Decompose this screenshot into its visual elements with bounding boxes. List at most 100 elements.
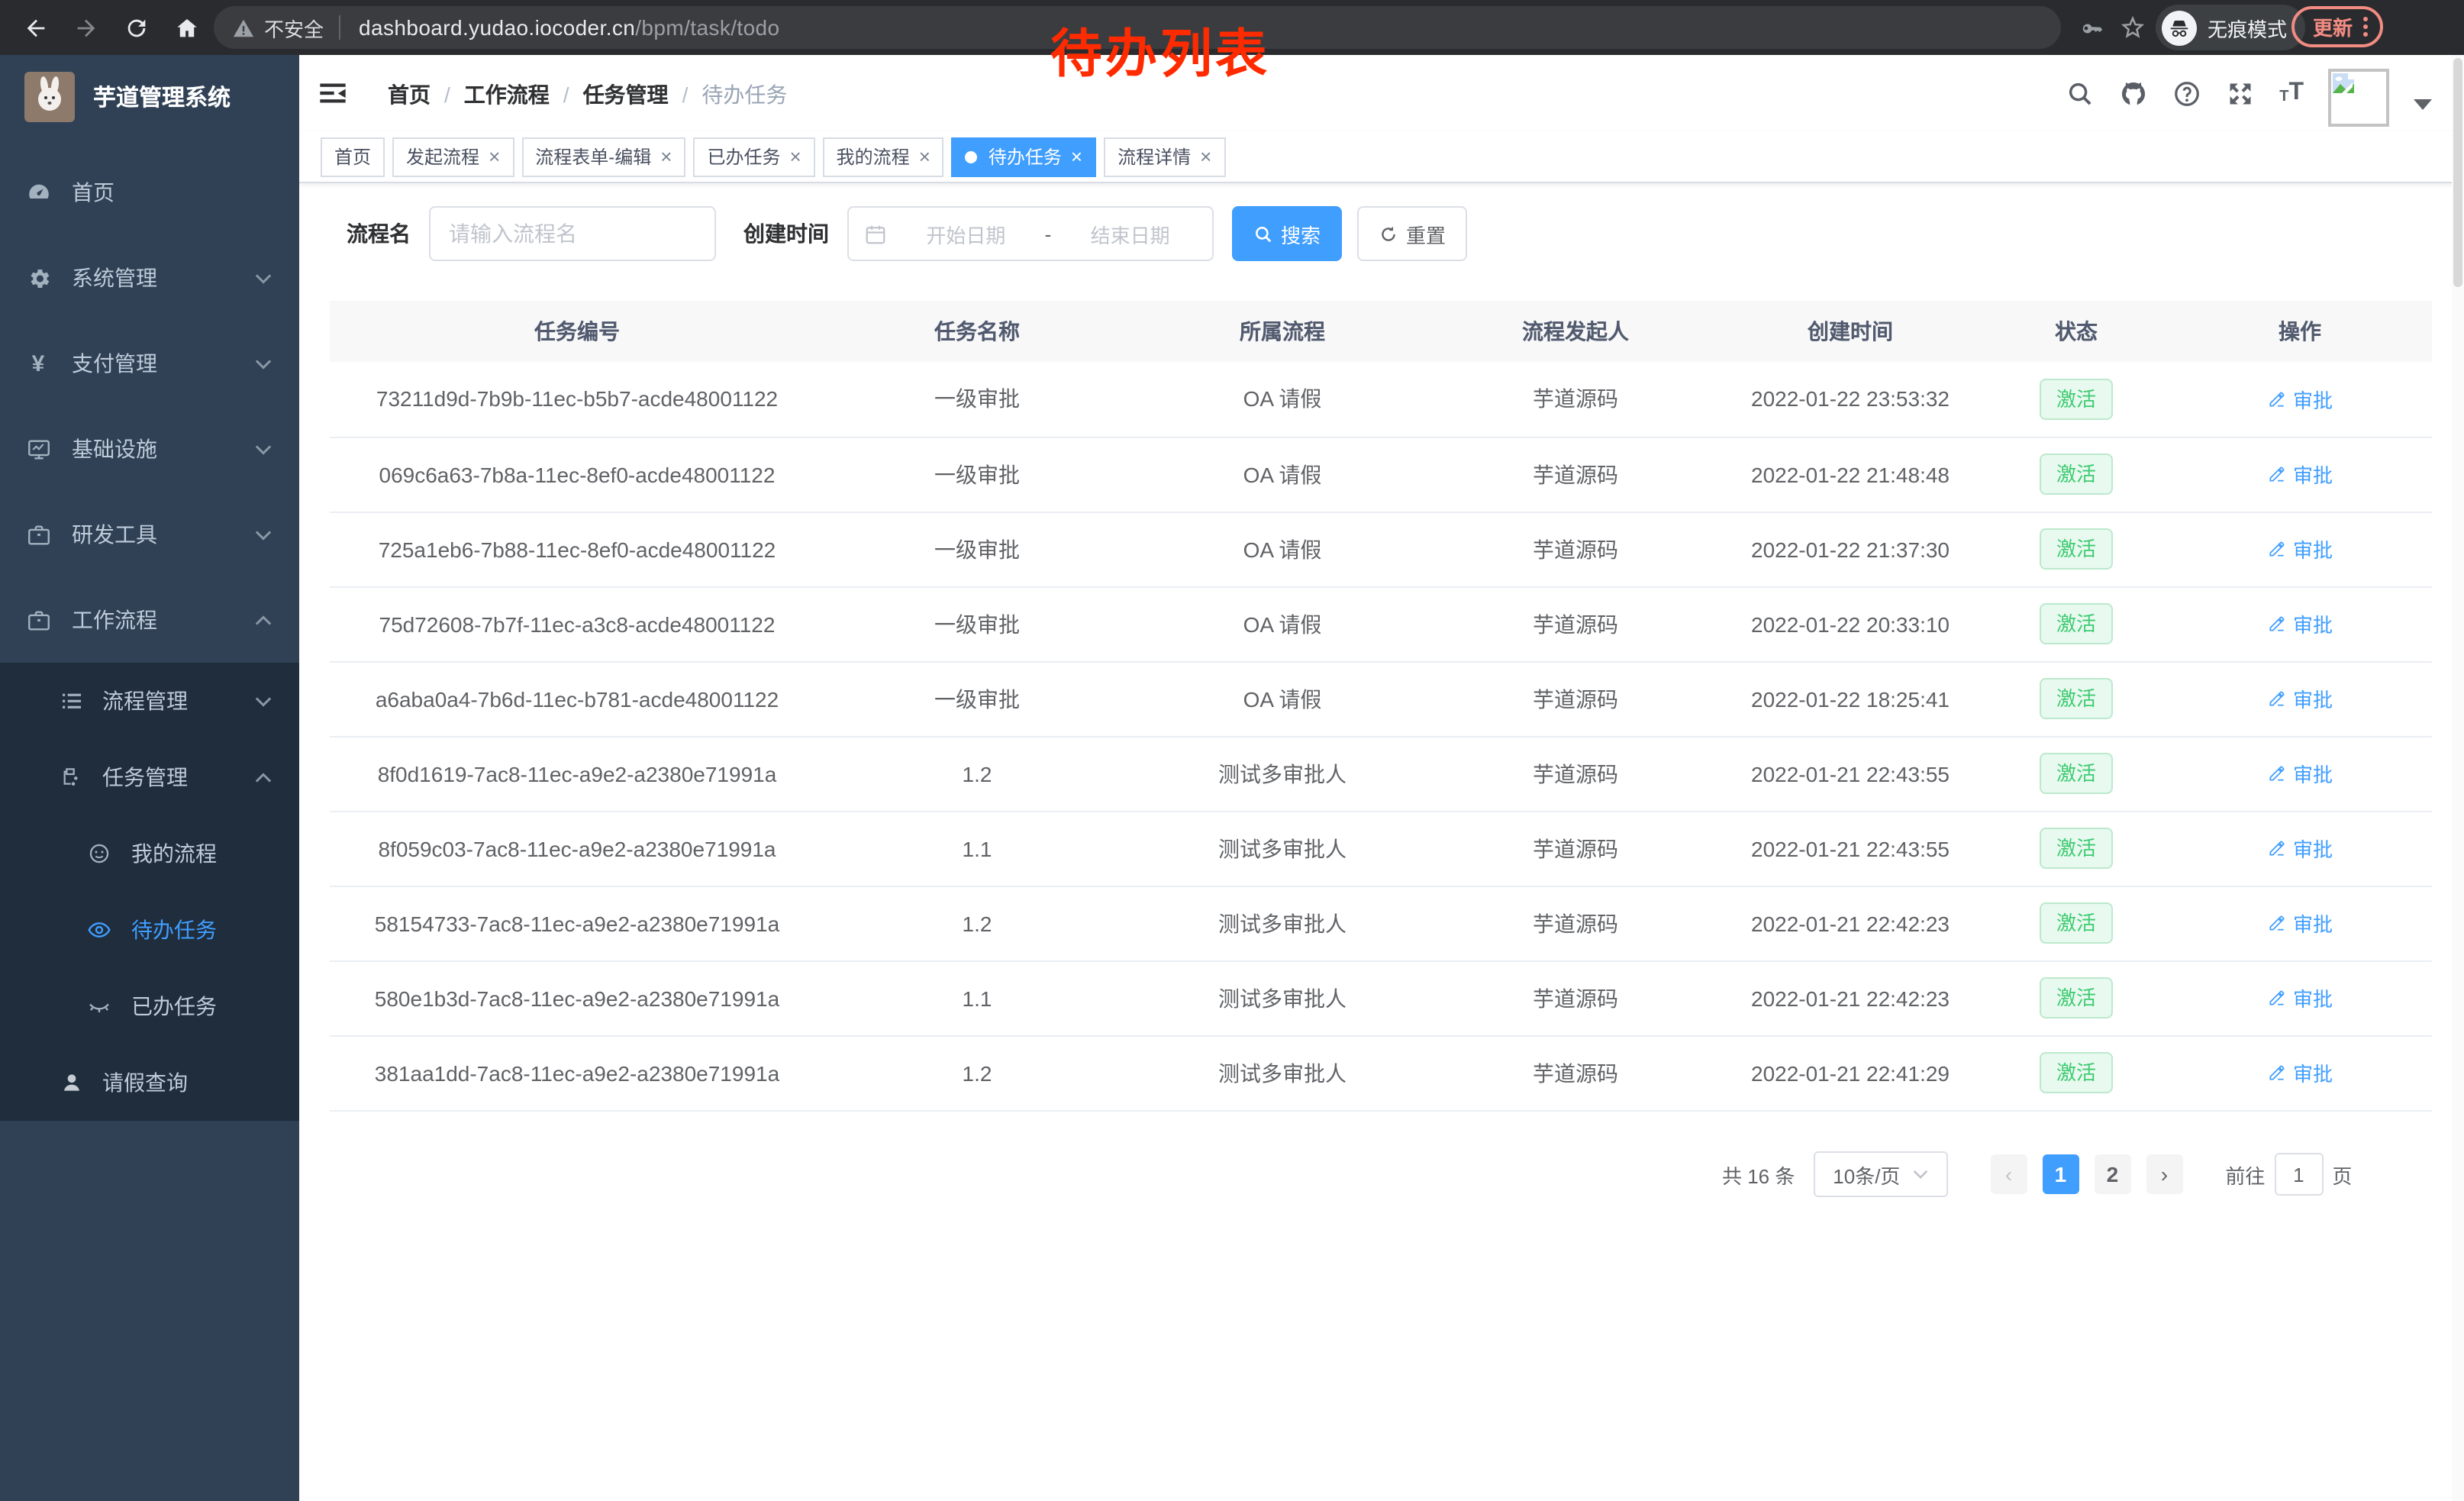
approve-link[interactable]: 审批 <box>2267 834 2333 863</box>
approve-link[interactable]: 审批 <box>2267 759 2333 788</box>
browser-reload-button[interactable] <box>121 12 151 43</box>
process-cell: 测试多审批人 <box>1130 811 1435 886</box>
tag-process-detail[interactable]: 流程详情× <box>1104 137 1225 176</box>
task-name-cell: 1.2 <box>824 1035 1130 1110</box>
browser-menu-icon[interactable] <box>2363 17 2368 37</box>
page-button-2[interactable]: 2 <box>2094 1154 2130 1194</box>
approve-link[interactable]: 审批 <box>2267 385 2333 414</box>
approve-link[interactable]: 审批 <box>2267 909 2333 938</box>
close-icon[interactable]: × <box>1200 147 1211 166</box>
task-name-cell: 一级审批 <box>824 586 1130 661</box>
face-icon <box>85 841 111 867</box>
next-page-button[interactable]: › <box>2146 1154 2182 1194</box>
task-id-cell: a6aba0a4-7b6d-11ec-b781-acde48001122 <box>330 661 824 736</box>
chevron-down-icon <box>255 529 272 540</box>
not-secure-warning-icon <box>232 16 255 39</box>
security-label[interactable]: 不安全 <box>264 13 324 42</box>
status-badge: 激活 <box>2040 528 2113 570</box>
avatar[interactable] <box>2328 69 2389 127</box>
starter-cell: 芋道源码 <box>1435 437 1716 512</box>
task-id-cell: 8f059c03-7ac8-11ec-a9e2-a2380e71991a <box>330 811 824 886</box>
time-cell: 2022-01-21 22:43:55 <box>1716 736 1985 811</box>
close-icon[interactable]: × <box>789 147 801 166</box>
chevron-down-icon <box>255 273 272 283</box>
fullscreen-icon[interactable] <box>2226 79 2255 108</box>
sidebar-item-task-mgmt[interactable]: 任务管理 <box>0 739 299 815</box>
table-header: 任务编号 任务名称 所属流程 流程发起人 创建时间 状态 操作 <box>330 301 2432 362</box>
approve-link[interactable]: 审批 <box>2267 609 2333 638</box>
total-count: 共 16 条 <box>1722 1160 1795 1189</box>
sidebar-item-workflow[interactable]: 工作流程 <box>0 577 299 663</box>
task-id-cell: 069c6a63-7b8a-11ec-8ef0-acde48001122 <box>330 437 824 512</box>
scrollbar-thumb[interactable] <box>2453 58 2462 287</box>
sidebar-item-devtools[interactable]: 研发工具 <box>0 492 299 577</box>
table-row: 8f059c03-7ac8-11ec-a9e2-a2380e71991a 1.1… <box>330 811 2432 886</box>
sidebar-item-home[interactable]: 首页 <box>0 150 299 235</box>
search-button[interactable]: 搜索 <box>1232 206 1342 261</box>
browser-home-button[interactable] <box>171 12 202 43</box>
end-date-placeholder[interactable]: 结束日期 <box>1063 219 1197 248</box>
reset-button[interactable]: 重置 <box>1357 206 1467 261</box>
process-name-input[interactable] <box>429 206 716 261</box>
close-icon[interactable]: × <box>919 147 930 166</box>
workflow-submenu: 流程管理 任务管理 我的流程 待办任务 已办 <box>0 663 299 1121</box>
breadcrumb-workflow[interactable]: 工作流程 <box>464 79 550 110</box>
tag-home[interactable]: 首页 <box>321 137 385 176</box>
approve-link[interactable]: 审批 <box>2267 534 2333 563</box>
search-icon[interactable] <box>2066 79 2095 108</box>
tag-form-edit[interactable]: 流程表单-编辑× <box>521 137 685 176</box>
sidebar-item-system[interactable]: 系统管理 <box>0 235 299 321</box>
page-button-1[interactable]: 1 <box>2042 1154 2079 1194</box>
approve-link[interactable]: 审批 <box>2267 1058 2333 1087</box>
tag-start-process[interactable]: 发起流程× <box>392 137 514 176</box>
password-key-icon[interactable] <box>2078 14 2105 41</box>
edit-pencil-icon <box>2267 838 2287 858</box>
bookmark-star-icon[interactable] <box>2119 14 2146 41</box>
tag-my-process[interactable]: 我的流程× <box>823 137 944 176</box>
home-icon <box>173 15 199 40</box>
close-icon[interactable]: × <box>660 147 672 166</box>
process-cell: 测试多审批人 <box>1130 886 1435 960</box>
process-cell: OA 请假 <box>1130 362 1435 437</box>
font-size-icon[interactable]: TT <box>2279 81 2304 105</box>
page-size-select[interactable]: 10条/页 <box>1813 1151 1947 1197</box>
browser-back-button[interactable] <box>20 12 50 43</box>
sidebar-item-my-process[interactable]: 我的流程 <box>0 815 299 892</box>
task-id-cell: 580e1b3d-7ac8-11ec-a9e2-a2380e71991a <box>330 960 824 1035</box>
time-cell: 2022-01-21 22:42:23 <box>1716 886 1985 960</box>
col-process: 所属流程 <box>1130 301 1435 362</box>
close-icon[interactable]: × <box>1071 147 1082 166</box>
sidebar-item-leave-query[interactable]: 请假查询 <box>0 1044 299 1121</box>
approve-link[interactable]: 审批 <box>2267 983 2333 1012</box>
prev-page-button[interactable]: ‹ <box>1990 1154 2027 1194</box>
browser-update-button[interactable]: 更新 <box>2291 6 2383 47</box>
avatar-dropdown-caret-icon[interactable] <box>2414 98 2432 109</box>
close-icon[interactable]: × <box>489 147 500 166</box>
app-logo-row[interactable]: 芋道管理系统 <box>0 55 299 139</box>
date-range-picker[interactable]: 开始日期 - 结束日期 <box>847 206 1214 261</box>
edit-pencil-icon <box>2267 614 2287 634</box>
tag-done-tasks[interactable]: 已办任务× <box>693 137 814 176</box>
breadcrumb-task-mgmt[interactable]: 任务管理 <box>583 79 669 110</box>
start-date-placeholder[interactable]: 开始日期 <box>899 219 1033 248</box>
tag-todo-tasks[interactable]: 待办任务× <box>952 137 1096 176</box>
sidebar-item-done-tasks[interactable]: 已办任务 <box>0 968 299 1044</box>
sidebar-item-todo-tasks[interactable]: 待办任务 <box>0 892 299 968</box>
approve-link[interactable]: 审批 <box>2267 460 2333 489</box>
starter-cell: 芋道源码 <box>1435 886 1716 960</box>
github-icon[interactable] <box>2119 79 2148 108</box>
time-cell: 2022-01-21 22:43:55 <box>1716 811 1985 886</box>
sidebar-item-infra[interactable]: 基础设施 <box>0 406 299 492</box>
approve-link[interactable]: 审批 <box>2267 684 2333 713</box>
page-scrollbar[interactable] <box>2452 55 2464 1501</box>
sidebar-item-process-mgmt[interactable]: 流程管理 <box>0 663 299 739</box>
help-icon[interactable] <box>2172 79 2201 108</box>
table-row: 73211d9d-7b9b-11ec-b5b7-acde48001122 一级审… <box>330 362 2432 437</box>
browser-forward-button[interactable] <box>70 12 101 43</box>
table-row: 58154733-7ac8-11ec-a9e2-a2380e71991a 1.2… <box>330 886 2432 960</box>
goto-page-input[interactable] <box>2274 1153 2323 1196</box>
task-name-cell: 1.1 <box>824 811 1130 886</box>
breadcrumb-home[interactable]: 首页 <box>388 79 431 110</box>
sidebar-toggle-icon[interactable] <box>318 78 348 108</box>
sidebar-item-payment[interactable]: ¥ 支付管理 <box>0 321 299 406</box>
